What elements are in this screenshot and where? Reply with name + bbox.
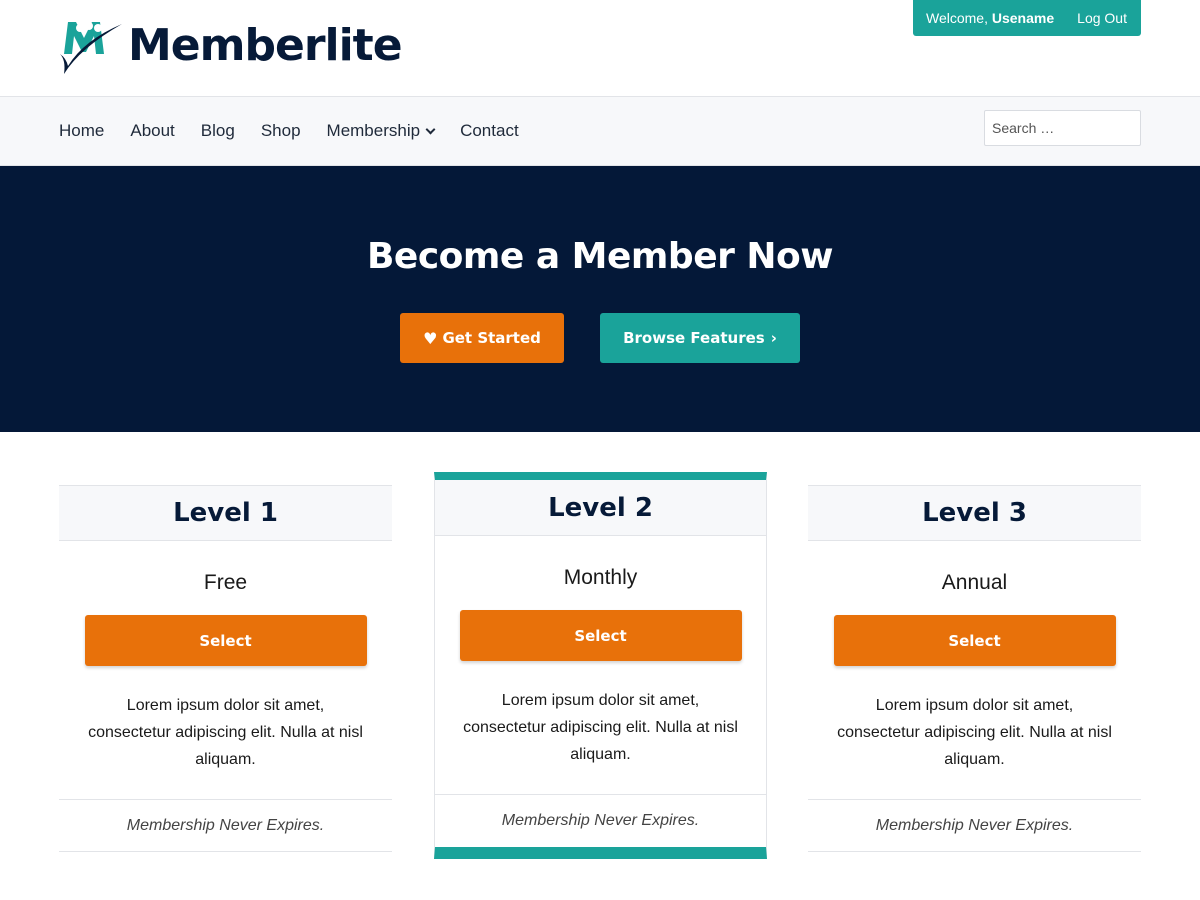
search-input[interactable] (984, 110, 1141, 146)
site-title: Memberlite (128, 20, 403, 71)
nav-menu: Home About Blog Shop Membership Contact (59, 97, 545, 165)
level-expiration: Membership Never Expires. (808, 799, 1141, 852)
main-navigation: Home About Blog Shop Membership Contact (0, 96, 1200, 166)
heart-icon: ♥ (423, 328, 438, 348)
level-header: Level 2 (435, 480, 766, 536)
get-started-button[interactable]: ♥ Get Started (400, 313, 564, 363)
username[interactable]: Usename (992, 10, 1054, 26)
level-card: Level 3 Annual Select Lorem ipsum dolor … (808, 485, 1141, 852)
level-price: Free (203, 571, 248, 594)
membership-levels: Level 1 Free Select Lorem ipsum dolor si… (0, 432, 1200, 900)
level-description: Lorem ipsum dolor sit amet, consectetur … (837, 697, 1112, 768)
nav-item-shop[interactable]: Shop (261, 121, 301, 141)
level-description: Lorem ipsum dolor sit amet, consectetur … (88, 697, 363, 768)
level-card: Level 1 Free Select Lorem ipsum dolor si… (59, 485, 392, 852)
level-card-featured: Level 2 Monthly Select Lorem ipsum dolor… (434, 472, 767, 859)
select-level-2-button[interactable]: Select (459, 610, 742, 661)
site-branding[interactable]: Memberlite (58, 14, 403, 76)
nav-item-home[interactable]: Home (59, 121, 104, 141)
select-level-3-button[interactable]: Select (833, 615, 1116, 666)
chevron-right-icon: › (770, 329, 777, 347)
level-name: Level 2 (548, 492, 653, 523)
welcome-text: Welcome, Usename (926, 10, 1055, 26)
site-header: Memberlite Welcome, Usename Log Out (0, 0, 1200, 96)
member-bar: Welcome, Usename Log Out (913, 0, 1141, 36)
logout-link[interactable]: Log Out (1077, 10, 1127, 26)
level-header: Level 1 (59, 485, 392, 541)
chevron-down-icon (425, 124, 436, 134)
nav-item-contact[interactable]: Contact (460, 121, 519, 141)
nav-item-blog[interactable]: Blog (201, 121, 235, 141)
level-name: Level 3 (922, 498, 1027, 528)
level-price: Annual (941, 571, 1008, 594)
level-price: Monthly (563, 566, 638, 589)
browse-features-button[interactable]: Browse Features › (600, 313, 800, 363)
level-description: Lorem ipsum dolor sit amet, consectetur … (463, 692, 738, 763)
level-name: Level 1 (173, 498, 278, 528)
select-level-1-button[interactable]: Select (84, 615, 367, 666)
memberlite-logo-icon (60, 22, 122, 74)
level-header: Level 3 (808, 485, 1141, 541)
nav-item-about[interactable]: About (130, 121, 174, 141)
level-expiration: Membership Never Expires. (435, 794, 766, 847)
level-expiration: Membership Never Expires. (59, 799, 392, 852)
hero-title: Become a Member Now (366, 236, 834, 277)
hero-buttons: ♥ Get Started Browse Features › (0, 313, 1200, 363)
nav-item-membership[interactable]: Membership (327, 121, 436, 141)
hero-banner: Become a Member Now ♥ Get Started Browse… (0, 166, 1200, 432)
